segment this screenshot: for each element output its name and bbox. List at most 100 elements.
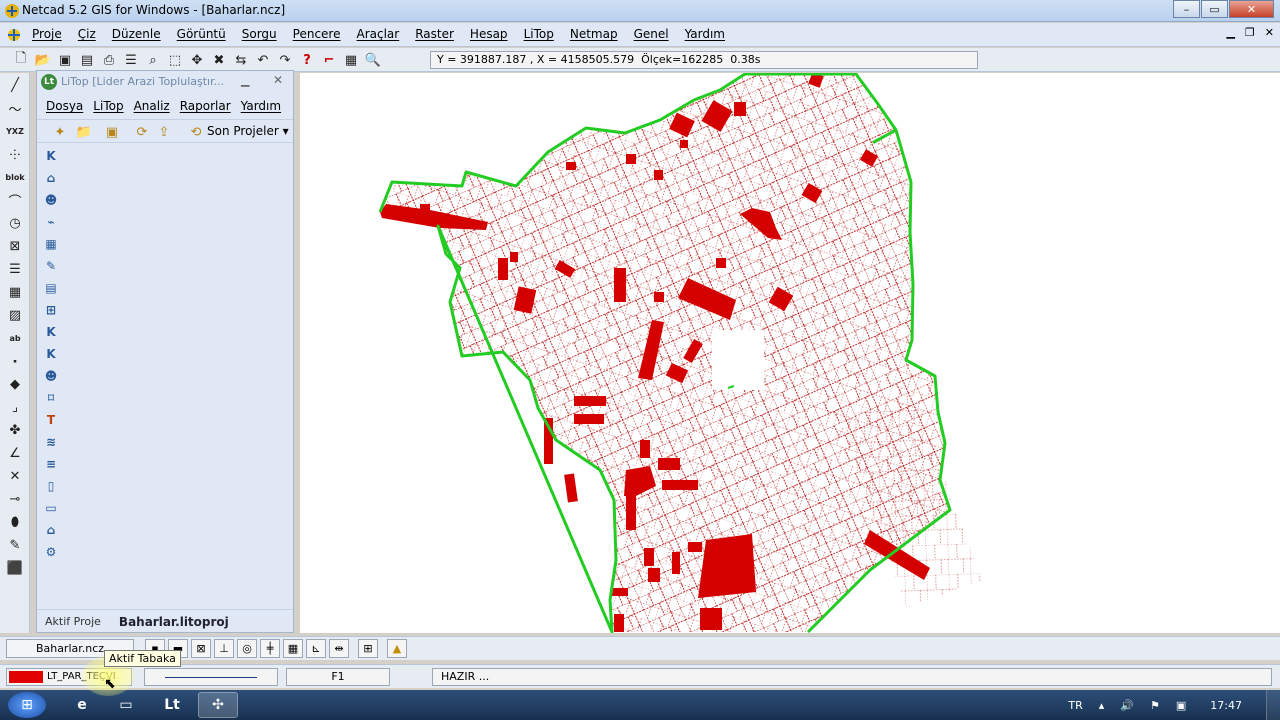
snap-perp-icon[interactable]: ⊥ (214, 639, 234, 658)
delete-icon[interactable]: ✖ (210, 51, 228, 69)
litop-menu-yardim[interactable]: Yardım (241, 99, 281, 113)
save-as-icon[interactable]: ▤ (78, 51, 96, 69)
gear-icon[interactable]: ⚙ (41, 542, 61, 562)
litop-menu-analiz[interactable]: Analiz (134, 99, 170, 113)
map-canvas[interactable] (300, 73, 1280, 633)
close-button[interactable]: ✕ (1229, 0, 1274, 18)
hatch-grid-icon[interactable]: ▦ (2, 281, 28, 303)
mdi-restore-icon[interactable]: ❐ (1245, 26, 1255, 39)
network-icon[interactable]: ▣ (1176, 699, 1186, 712)
function-key-field[interactable]: F1 (286, 668, 390, 686)
ortho-icon[interactable]: ⊾ (306, 639, 326, 658)
node-icon[interactable]: ⬝ (2, 350, 28, 372)
block-icon[interactable]: blok (2, 166, 28, 188)
flag-icon[interactable]: ⚑ (1150, 699, 1160, 712)
volume-icon[interactable]: 🔊 (1120, 699, 1134, 712)
document-icon[interactable] (6, 27, 22, 43)
explorer-task-icon[interactable]: ▭ (106, 692, 146, 718)
litop-menu-dosya[interactable]: Dosya (46, 99, 83, 113)
menu-duzenle[interactable]: Düzenle (112, 27, 161, 41)
layers-edit-icon[interactable]: ≋ (41, 432, 61, 452)
browser-task-icon[interactable]: e (62, 692, 102, 718)
new-project-icon[interactable]: ✦ (51, 123, 69, 141)
zoom-window-icon[interactable]: ⬚ (166, 51, 184, 69)
menu-goruntu[interactable]: Görüntü (177, 27, 226, 41)
tray-expand-icon[interactable]: ▴ (1099, 699, 1105, 712)
k-edit-icon[interactable]: K (41, 344, 61, 364)
panel-minimize-icon[interactable]: ▁ (241, 74, 249, 87)
grid-icon[interactable]: ▦ (283, 639, 303, 658)
layers-stack-icon[interactable]: ≡ (41, 454, 61, 474)
mdi-minimize-icon[interactable]: ▁ (1226, 26, 1234, 39)
recent-projects-dropdown[interactable]: Son Projeler ▾ (207, 124, 289, 138)
active-project-value[interactable]: Baharlar.litoproj (119, 615, 229, 629)
snap-intersect-icon[interactable]: ⊠ (191, 639, 211, 658)
pen-grid-icon[interactable]: ✎ (41, 256, 61, 276)
point-icon[interactable]: ⸭ (2, 143, 28, 165)
snap-center-icon[interactable]: ◎ (237, 639, 257, 658)
move-icon[interactable]: ⇆ (232, 51, 250, 69)
refresh-icon[interactable]: ⟳ (133, 123, 151, 141)
k-parcel-icon[interactable]: K (41, 146, 61, 166)
document-settings-icon[interactable]: ▯ (41, 476, 61, 496)
layers-icon[interactable]: ☰ (122, 51, 140, 69)
snap-node-icon[interactable]: ╪ (260, 639, 280, 658)
polyline-icon[interactable]: ⌐ (320, 51, 338, 69)
group-icon[interactable]: ✤ (2, 419, 28, 441)
corner-icon[interactable]: ⌟ (2, 396, 28, 418)
raster-icon[interactable]: ▦ (342, 51, 360, 69)
measure-icon[interactable]: ⇹ (329, 639, 349, 658)
tag-icon[interactable]: ⌑ (41, 388, 61, 408)
grid-settings-icon[interactable]: ⊞ (41, 300, 61, 320)
cross-icon[interactable]: ✕ (2, 465, 28, 487)
start-button[interactable]: ⊞ (8, 692, 46, 718)
snap-icon[interactable]: ◆ (2, 373, 28, 395)
menu-raster[interactable]: Raster (415, 27, 454, 41)
pan-icon[interactable]: ✥ (188, 51, 206, 69)
print-icon[interactable]: ⎙ (100, 51, 118, 69)
panel-close-icon[interactable]: ✕ (273, 73, 283, 87)
recent-projects-icon[interactable]: ⟲ (187, 123, 205, 141)
undo-icon[interactable]: ↶ (254, 51, 272, 69)
netcad-task-icon[interactable]: ✣ (198, 692, 238, 718)
litop-task-icon[interactable]: Lt (152, 692, 192, 718)
angle-icon[interactable]: ∠ (2, 442, 28, 464)
maximize-button[interactable]: ▭ (1201, 0, 1228, 18)
brush-icon[interactable]: ✎ (2, 534, 28, 556)
table-icon[interactable]: ▤ (41, 278, 61, 298)
open-project-icon[interactable]: 📁 (75, 123, 93, 141)
menu-sorgu[interactable]: Sorgu (242, 27, 277, 41)
pick-icon[interactable]: ⬛ (2, 557, 28, 579)
text-t-icon[interactable]: T (41, 410, 61, 430)
open-folder-icon[interactable]: 📂 (34, 51, 52, 69)
polyline-draw-icon[interactable]: 〜 (2, 97, 28, 119)
litop-menu-raporlar[interactable]: Raporlar (180, 99, 231, 113)
menu-yardim[interactable]: Yardım (685, 27, 725, 41)
redo-icon[interactable]: ↷ (276, 51, 294, 69)
menu-ciz[interactable]: Çiz (78, 27, 96, 41)
calculator-icon[interactable]: ▦ (41, 234, 61, 254)
litop-project-tree[interactable] (64, 145, 292, 605)
group-settings-icon[interactable]: ☻ (41, 366, 61, 386)
warning-icon[interactable]: ▲ (387, 639, 407, 658)
house-settings-icon[interactable]: ⌂ (41, 168, 61, 188)
people-icon[interactable]: ☻ (41, 190, 61, 210)
mdi-close-icon[interactable]: ✕ (1265, 26, 1274, 39)
menu-proje[interactable]: Proje (32, 27, 62, 41)
bucket-icon[interactable]: ⬮ (2, 511, 28, 533)
new-file-icon[interactable]: 🗋 (12, 51, 30, 69)
search-icon[interactable]: 🔍 (364, 51, 382, 69)
text-block-icon[interactable]: ☰ (2, 258, 28, 280)
menu-araclar[interactable]: Araçlar (357, 27, 400, 41)
help-icon[interactable]: ? (298, 51, 316, 69)
line-style-selector[interactable] (144, 668, 278, 686)
yxz-point-icon[interactable]: YXZ (2, 120, 28, 142)
litop-menu-litop[interactable]: LiTop (93, 99, 123, 113)
upload-icon[interactable]: ⇪ (155, 123, 173, 141)
home-icon[interactable]: ⌂ (41, 520, 61, 540)
window-arrange-icon[interactable]: ⊞ (358, 639, 378, 658)
report-icon[interactable]: ▭ (41, 498, 61, 518)
offset-icon[interactable]: ⊸ (2, 488, 28, 510)
chart-icon[interactable]: ⌁ (41, 212, 61, 232)
language-indicator[interactable]: TR (1068, 699, 1082, 712)
